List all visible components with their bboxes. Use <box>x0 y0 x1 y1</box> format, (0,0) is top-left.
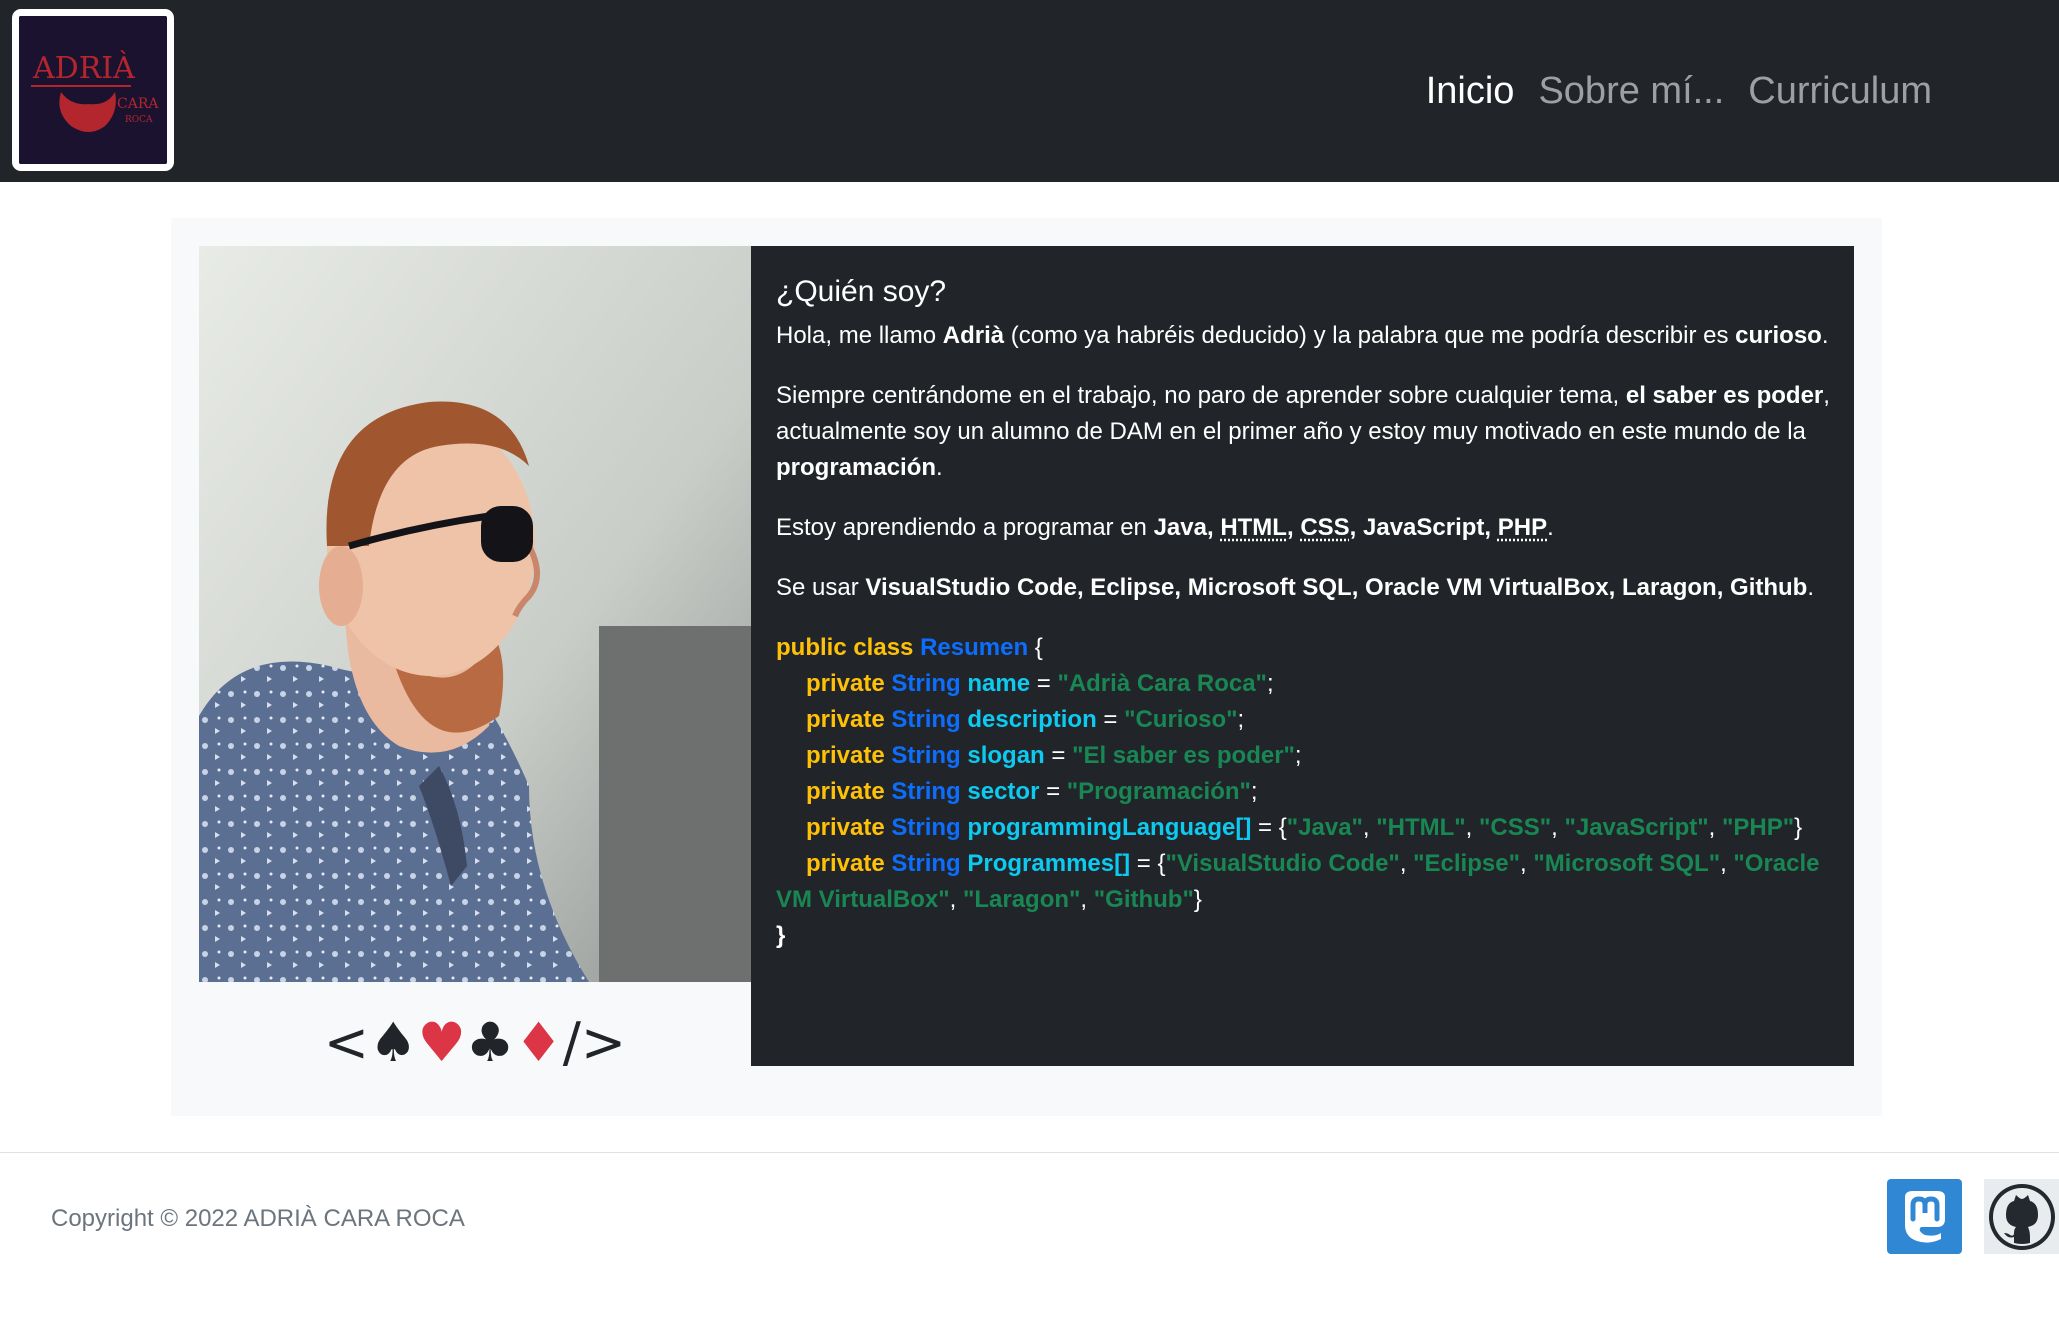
nav-link-curriculum[interactable]: Curriculum <box>1748 66 1932 116</box>
github-link[interactable] <box>1984 1179 2059 1254</box>
mastodon-link[interactable] <box>1887 1179 1962 1254</box>
abbr-php: PHP <box>1497 514 1548 541</box>
nav-link-inicio[interactable]: Inicio <box>1426 66 1515 116</box>
suit-open: < <box>323 1011 370 1074</box>
code-line-languages: private String programmingLanguage[] = {… <box>806 814 1803 841</box>
code-summary: public class Resumen { private String na… <box>776 630 1830 954</box>
code-line-description: private String description = "Curioso"; <box>806 706 1245 733</box>
logo-sub2: ROCA <box>125 115 153 125</box>
abbr-css: CSS <box>1300 514 1350 541</box>
languages-paragraph: Estoy aprendiendo a programar en Java, H… <box>776 514 1554 541</box>
footer: Copyright © 2022 ADRIÀ CARA ROCA <box>0 1152 2059 1330</box>
beard-logo-icon: ADRIÀ CARA ROCA <box>19 16 167 164</box>
github-icon <box>1988 1183 2055 1250</box>
code-line-close: } <box>776 922 786 949</box>
code-line-sector: private String sector = "Programación"; <box>806 778 1258 805</box>
tools-paragraph: Se usar VisualStudio Code, Eclipse, Micr… <box>776 574 1815 601</box>
main-nav: Inicio Sobre mí... Curriculum <box>1426 66 1932 116</box>
motto-paragraph: Siempre centrándome en el trabajo, no pa… <box>776 382 1830 481</box>
section-title: ¿Quién soy? <box>776 275 947 308</box>
suit-close: /> <box>562 1011 627 1074</box>
logo-sub: CARA <box>117 96 159 112</box>
code-line-programmes: private String Programmes[] = {"VisualSt… <box>806 850 1820 877</box>
info-panel: ¿Quién soy? Hola, me llamo Adrià (como y… <box>751 246 1854 1066</box>
copyright-text: Copyright © 2022 ADRIÀ CARA ROCA <box>51 1205 465 1232</box>
nav-link-sobre-mi[interactable]: Sobre mí... <box>1538 66 1724 116</box>
heart-icon: ♥ <box>417 1011 466 1074</box>
code-line-class: public class Resumen { <box>776 634 1043 661</box>
diamond-icon: ♦ <box>514 1011 563 1074</box>
abbr-html: HTML <box>1220 514 1287 541</box>
about-section: <♠♥♣♦/> ¿Quién soy? Hola, me llamo Adrià… <box>171 218 1882 1116</box>
code-line-name: private String name = "Adrià Cara Roca"; <box>806 670 1274 697</box>
code-line-programmes-cont: VM VirtualBox", "Laragon", "Github"} <box>776 886 1202 913</box>
intro-paragraph: Hola, me llamo Adrià (como ya habréis de… <box>776 322 1829 349</box>
code-line-slogan: private String slogan = "El saber es pod… <box>806 742 1302 769</box>
card-suits-logo: <♠♥♣♦/> <box>199 988 751 1098</box>
club-icon: ♣ <box>465 1011 515 1074</box>
profile-photo <box>199 246 751 982</box>
mastodon-icon <box>1904 1190 1945 1243</box>
site-logo[interactable]: ADRIÀ CARA ROCA <box>12 9 174 171</box>
spade-icon: ♠ <box>369 1011 418 1074</box>
logo-name: ADRIÀ <box>32 50 135 86</box>
navbar: ADRIÀ CARA ROCA Inicio Sobre mí... Curri… <box>0 0 2059 182</box>
